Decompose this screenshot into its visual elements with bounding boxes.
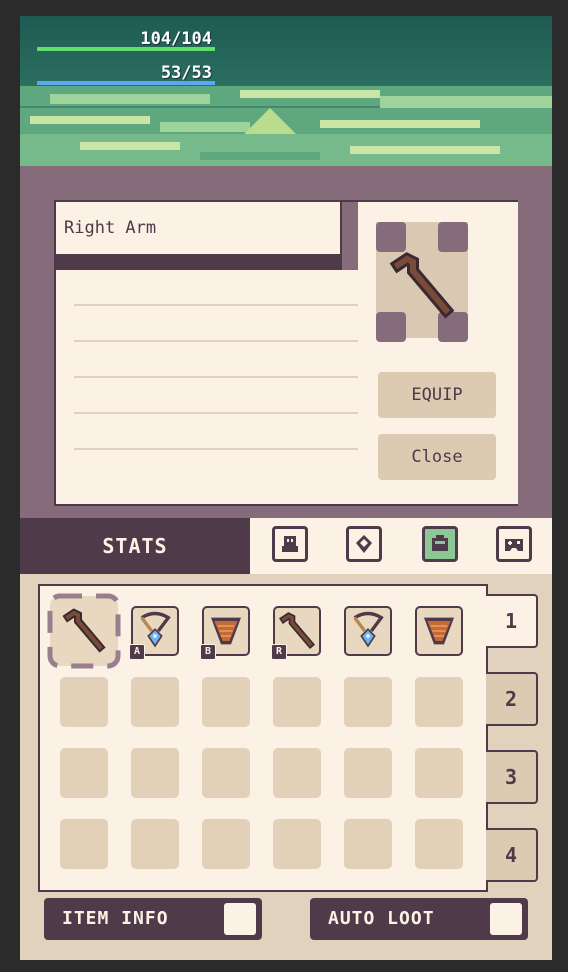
inventory-grid: ABR [40,586,486,890]
inventory-slot[interactable] [60,677,108,727]
inventory-item[interactable] [60,606,108,656]
item-detail-panel: Right Arm EQUIP Close [20,166,552,518]
inventory-slot[interactable] [131,819,179,869]
tab-bar: STATS [20,518,552,574]
item-name: Right Arm [64,218,157,238]
amulet-icon [353,611,384,648]
equip-button[interactable]: EQUIP [378,372,496,418]
auto-loot-label: AUTO LOOT [328,908,435,929]
inventory-slot[interactable] [60,748,108,798]
inventory-slot[interactable] [131,748,179,798]
inventory-slot[interactable] [415,677,463,727]
inventory-slot[interactable] [202,819,250,869]
tab-character[interactable] [272,526,308,562]
shield-icon [356,535,372,553]
hp-text: 104/104 [140,29,212,49]
tab-equipment[interactable] [346,526,382,562]
inventory-slot[interactable] [60,819,108,869]
inventory-slot[interactable] [344,748,392,798]
inventory-slot[interactable] [202,748,250,798]
inventory-slot[interactable] [344,677,392,727]
inventory-slot[interactable] [273,819,321,869]
item-badge: B [200,644,216,660]
tab-controls[interactable] [496,526,532,562]
inventory-item[interactable] [415,606,463,656]
mp-text: 53/53 [160,63,212,83]
inventory-item[interactable]: B [200,606,250,660]
item-info-label: ITEM INFO [62,908,169,929]
description-line [74,376,358,378]
item-badge: R [271,644,287,660]
inventory-slot[interactable] [273,677,321,727]
inventory-item[interactable]: A [129,606,179,660]
tab-stats[interactable]: STATS [20,518,250,574]
auto-loot-toggle[interactable]: AUTO LOOT [310,898,528,940]
inventory-page-tab[interactable]: 1 [486,594,538,648]
cape-icon [424,617,454,645]
item-info-toggle[interactable]: ITEM INFO [44,898,262,940]
inventory-slot[interactable] [344,819,392,869]
tab-inventory[interactable] [422,526,458,562]
sky-background: 104/104 53/53 [20,16,552,166]
description-line [74,448,358,450]
auto-loot-checkbox[interactable] [490,903,522,935]
description-line [74,304,358,306]
backpack-icon [432,535,448,551]
inventory-item[interactable] [344,606,392,656]
inventory-slot[interactable] [415,819,463,869]
inventory-page-tab[interactable]: 4 [486,828,538,882]
game-screen: 104/104 53/53 Right Arm EQUIP Close STAT… [20,16,552,960]
description-line [74,412,358,414]
description-line [74,340,358,342]
close-button[interactable]: Close [378,434,496,480]
staff-icon [389,252,455,319]
item-preview [358,202,518,342]
item-badge: A [129,644,145,660]
item-name-box: Right Arm [56,202,340,254]
inventory-slot[interactable] [131,677,179,727]
inventory-slot[interactable] [273,748,321,798]
inventory-page-tab[interactable]: 2 [486,672,538,726]
staff-icon [62,608,106,653]
item-info-checkbox[interactable] [224,903,256,935]
inventory-page-tab[interactable]: 3 [486,750,538,804]
gamepad-icon [505,539,523,551]
character-icon [282,536,298,552]
inventory-item[interactable]: R [271,606,321,660]
inventory-slot[interactable] [415,748,463,798]
inventory-slot[interactable] [202,677,250,727]
